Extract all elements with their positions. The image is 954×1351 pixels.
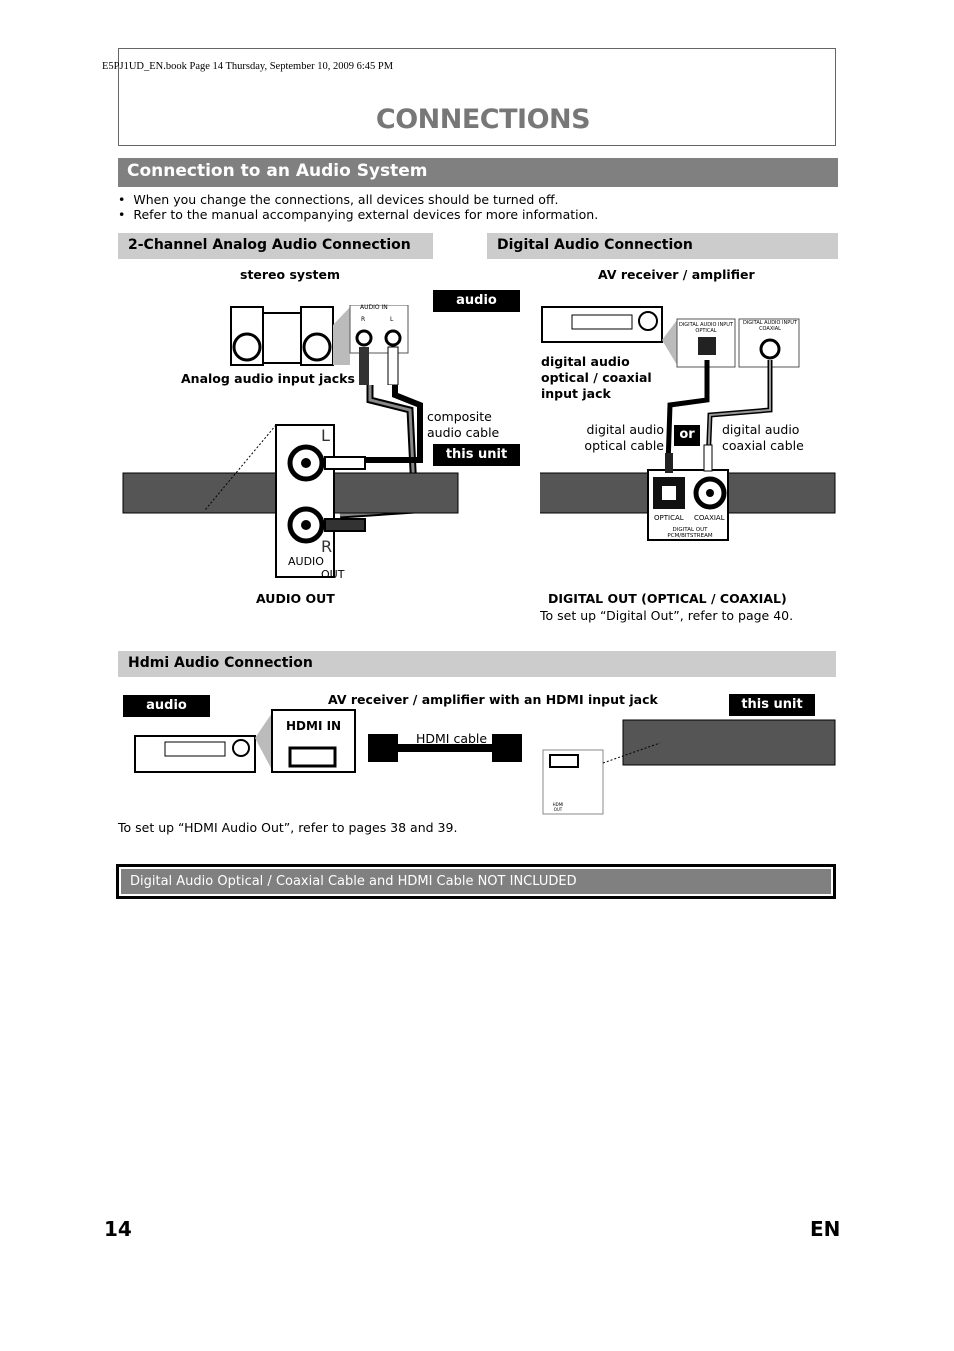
hdmi-note: To set up “HDMI Audio Out”, refer to pag… xyxy=(118,820,458,835)
optical-input-label: DIGITAL AUDIO INPUT OPTICAL xyxy=(678,322,733,334)
audio-in-r-label: R xyxy=(361,316,366,323)
optical-cable-label: digital audio optical cable xyxy=(584,422,664,453)
hdmi-device-label: AV receiver / amplifier with an HDMI inp… xyxy=(328,692,658,707)
digital-subtitle: Digital Audio Connection xyxy=(487,233,838,259)
out-label: OUT xyxy=(321,568,345,581)
hdmi-out-label: HDMI OUT xyxy=(552,802,564,812)
coaxial-input-label: DIGITAL AUDIO INPUT COAXIAL xyxy=(742,320,797,332)
audio-label: AUDIO xyxy=(288,555,324,568)
digital-out-note: To set up “Digital Out”, refer to page 4… xyxy=(540,608,794,623)
analog-subtitle: 2-Channel Analog Audio Connection xyxy=(118,233,433,259)
coaxial-label: COAXIAL xyxy=(694,514,725,522)
big-l-label: L xyxy=(321,426,330,445)
notice-text: Digital Audio Optical / Coaxial Cable an… xyxy=(121,869,831,894)
language-code: EN xyxy=(810,1217,841,1241)
section-title: Connection to an Audio System xyxy=(118,158,838,187)
or-badge: or xyxy=(674,425,700,446)
stereo-system-label: stereo system xyxy=(240,267,340,282)
bullet-text: When you change the connections, all dev… xyxy=(133,192,559,207)
audio-in-label: AUDIO IN xyxy=(360,304,388,311)
book-info-line: E5PJ1UD_EN.book Page 14 Thursday, Septem… xyxy=(102,61,394,72)
av-receiver-label: AV receiver / amplifier xyxy=(598,267,755,282)
digital-jack-label: digital audio optical / coaxial input ja… xyxy=(541,354,652,401)
hdmi-connection-diagram xyxy=(134,709,836,815)
digital-out-footer: DIGITAL OUT (OPTICAL / COAXIAL) xyxy=(548,591,787,606)
page-title: CONNECTIONS xyxy=(375,104,591,135)
coaxial-cable-label: digital audio coaxial cable xyxy=(722,422,804,453)
audio-out-footer: AUDIO OUT xyxy=(256,591,335,606)
digital-out-label: DIGITAL OUT PCM/BITSTREAM xyxy=(667,527,713,539)
audio-in-l-label: L xyxy=(390,316,394,323)
page-number: 14 xyxy=(104,1217,132,1241)
bullet-1: • When you change the connections, all d… xyxy=(118,192,559,207)
analog-connection-diagram xyxy=(122,385,459,578)
hdmi-subtitle: Hdmi Audio Connection xyxy=(118,651,836,677)
audio-badge: audio xyxy=(433,290,520,312)
optical-label: OPTICAL xyxy=(654,514,684,522)
bullet-text: Refer to the manual accompanying externa… xyxy=(133,207,599,222)
notice-box: Digital Audio Optical / Coaxial Cable an… xyxy=(116,864,836,899)
big-r-label: R xyxy=(321,537,333,556)
hdmi-cable-label: HDMI cable xyxy=(416,731,488,746)
hdmi-in-label: HDMI IN xyxy=(286,719,342,733)
bullet-2: • Refer to the manual accompanying exter… xyxy=(118,207,599,222)
